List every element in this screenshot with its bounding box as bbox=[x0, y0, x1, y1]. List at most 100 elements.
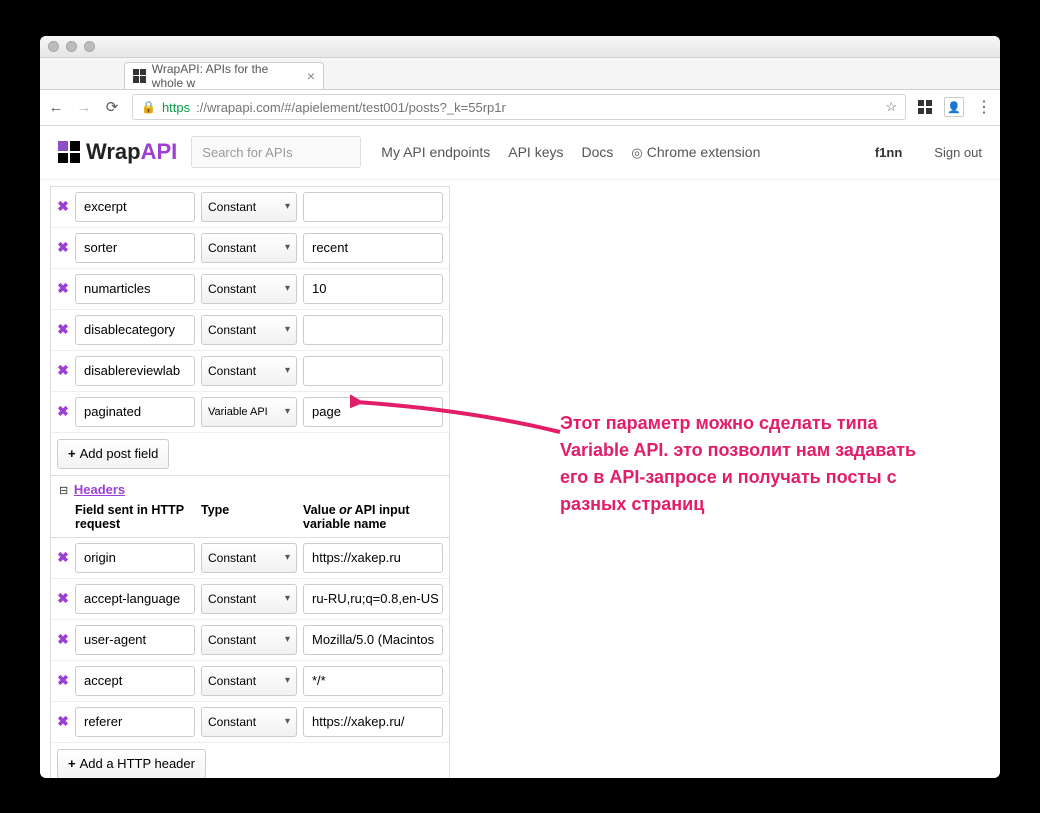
wrapapi-favicon bbox=[133, 69, 146, 83]
field-value-input[interactable]: ru-RU,ru;q=0.8,en-US bbox=[303, 584, 443, 614]
username[interactable]: f1nn bbox=[875, 145, 902, 160]
field-name-input[interactable]: disablecategory bbox=[75, 315, 195, 345]
remove-icon[interactable]: ✖ bbox=[57, 672, 69, 689]
field-name-input[interactable]: user-agent bbox=[75, 625, 195, 655]
traffic-lights bbox=[48, 41, 95, 52]
lock-icon: 🔒 bbox=[141, 100, 156, 114]
back-icon[interactable]: ← bbox=[48, 99, 64, 116]
field-row: ✖ user-agentConstantMozilla/5.0 (Macintos bbox=[51, 619, 449, 660]
add-post-field-button[interactable]: +Add post field bbox=[57, 439, 169, 469]
url-https: https bbox=[162, 100, 190, 115]
field-type-select[interactable]: Variable API bbox=[201, 397, 297, 427]
remove-icon[interactable]: ✖ bbox=[57, 549, 69, 566]
field-type-select[interactable]: Constant bbox=[201, 666, 297, 696]
field-name-input[interactable]: origin bbox=[75, 543, 195, 573]
app-header: WrapAPI Search for APIs My API endpoints… bbox=[40, 126, 1000, 180]
nav-endpoints[interactable]: My API endpoints bbox=[381, 144, 490, 160]
field-name-input[interactable]: accept-language bbox=[75, 584, 195, 614]
browser-tabbar: WrapAPI: APIs for the whole w × bbox=[40, 58, 1000, 90]
add-header-button[interactable]: +Add a HTTP header bbox=[57, 749, 206, 778]
field-value-input[interactable]: 10 bbox=[303, 274, 443, 304]
mac-titlebar bbox=[40, 36, 1000, 58]
nav-extension[interactable]: Chrome extension bbox=[631, 144, 760, 161]
post-fields-panel: ✖excerptConstant✖sorterConstantrecent✖nu… bbox=[50, 186, 450, 778]
nav-docs[interactable]: Docs bbox=[582, 144, 614, 160]
profile-icon[interactable]: 👤 bbox=[944, 97, 964, 117]
field-value-input[interactable]: Mozilla/5.0 (Macintos bbox=[303, 625, 443, 655]
bookmark-icon[interactable]: ☆ bbox=[885, 99, 897, 115]
field-row: ✖ paginatedVariable APIpage bbox=[51, 391, 449, 432]
field-value-input[interactable]: */* bbox=[303, 666, 443, 696]
close-icon[interactable]: × bbox=[307, 68, 315, 84]
headers-section-header: ⊟ Headers bbox=[51, 475, 449, 499]
col-field: Field sent in HTTP request bbox=[75, 503, 195, 531]
tab-title: WrapAPI: APIs for the whole w bbox=[152, 62, 301, 90]
field-value-input[interactable] bbox=[303, 315, 443, 345]
logo-icon bbox=[58, 141, 80, 163]
field-row: ✖ disablereviewlabConstant bbox=[51, 350, 449, 391]
remove-icon[interactable]: ✖ bbox=[57, 362, 69, 379]
content-area: ✖excerptConstant✖sorterConstantrecent✖nu… bbox=[40, 180, 1000, 778]
sign-out-link[interactable]: Sign out bbox=[934, 145, 982, 160]
field-type-select[interactable]: Constant bbox=[201, 707, 297, 737]
menu-icon[interactable]: ⋮ bbox=[976, 97, 992, 117]
field-type-select[interactable]: Constant bbox=[201, 543, 297, 573]
field-row: ✖ accept-languageConstantru-RU,ru;q=0.8,e… bbox=[51, 578, 449, 619]
browser-window: WrapAPI: APIs for the whole w × ← → ⟳ 🔒 … bbox=[40, 36, 1000, 778]
field-row: ✖ disablecategoryConstant bbox=[51, 309, 449, 350]
remove-icon[interactable]: ✖ bbox=[57, 321, 69, 338]
field-type-select[interactable]: Constant bbox=[201, 274, 297, 304]
field-name-input[interactable]: disablereviewlab bbox=[75, 356, 195, 386]
search-input[interactable]: Search for APIs bbox=[191, 136, 361, 168]
remove-icon[interactable]: ✖ bbox=[57, 631, 69, 648]
add-header-row: +Add a HTTP header bbox=[51, 742, 449, 778]
field-value-input[interactable] bbox=[303, 192, 443, 222]
field-name-input[interactable]: numarticles bbox=[75, 274, 195, 304]
app-nav: My API endpoints API keys Docs Chrome ex… bbox=[381, 144, 760, 161]
remove-icon[interactable]: ✖ bbox=[57, 239, 69, 256]
field-type-select[interactable]: Constant bbox=[201, 233, 297, 263]
close-dot[interactable] bbox=[48, 41, 59, 52]
headers-title[interactable]: Headers bbox=[74, 482, 125, 497]
annotation-text: Этот параметр можно сделать типа Variabl… bbox=[560, 410, 920, 518]
field-value-input[interactable]: https://xakep.ru/ bbox=[303, 707, 443, 737]
field-type-select[interactable]: Constant bbox=[201, 584, 297, 614]
field-type-select[interactable]: Constant bbox=[201, 356, 297, 386]
field-row: ✖ originConstanthttps://xakep.ru bbox=[51, 537, 449, 578]
field-name-input[interactable]: referer bbox=[75, 707, 195, 737]
collapse-icon[interactable]: ⊟ bbox=[59, 485, 68, 497]
remove-icon[interactable]: ✖ bbox=[57, 403, 69, 420]
field-value-input[interactable]: recent bbox=[303, 233, 443, 263]
field-name-input[interactable]: excerpt bbox=[75, 192, 195, 222]
min-dot[interactable] bbox=[66, 41, 77, 52]
field-value-input[interactable]: page bbox=[303, 397, 443, 427]
nav-keys[interactable]: API keys bbox=[508, 144, 563, 160]
field-name-input[interactable]: sorter bbox=[75, 233, 195, 263]
col-type: Type bbox=[201, 503, 297, 531]
remove-icon[interactable]: ✖ bbox=[57, 280, 69, 297]
remove-icon[interactable]: ✖ bbox=[57, 590, 69, 607]
forward-icon[interactable]: → bbox=[76, 99, 92, 116]
field-type-select[interactable]: Constant bbox=[201, 315, 297, 345]
browser-toolbar: ← → ⟳ 🔒 https://wrapapi.com/#/apielement… bbox=[40, 90, 1000, 126]
remove-icon[interactable]: ✖ bbox=[57, 713, 69, 730]
browser-tab[interactable]: WrapAPI: APIs for the whole w × bbox=[124, 62, 324, 89]
field-name-input[interactable]: paginated bbox=[75, 397, 195, 427]
headers-columns: Field sent in HTTP request Type Value or… bbox=[51, 499, 449, 537]
field-row: ✖ acceptConstant*/* bbox=[51, 660, 449, 701]
field-type-select[interactable]: Constant bbox=[201, 625, 297, 655]
field-row: ✖ numarticlesConstant10 bbox=[51, 268, 449, 309]
address-bar[interactable]: 🔒 https://wrapapi.com/#/apielement/test0… bbox=[132, 94, 906, 120]
field-type-select[interactable]: Constant bbox=[201, 192, 297, 222]
field-value-input[interactable]: https://xakep.ru bbox=[303, 543, 443, 573]
add-post-field-row: +Add post field bbox=[51, 432, 449, 475]
max-dot[interactable] bbox=[84, 41, 95, 52]
field-row: ✖ sorterConstantrecent bbox=[51, 227, 449, 268]
remove-icon[interactable]: ✖ bbox=[57, 198, 69, 215]
field-row: ✖ refererConstanthttps://xakep.ru/ bbox=[51, 701, 449, 742]
reload-icon[interactable]: ⟳ bbox=[104, 98, 120, 116]
field-value-input[interactable] bbox=[303, 356, 443, 386]
extension-icon[interactable] bbox=[918, 100, 932, 114]
field-name-input[interactable]: accept bbox=[75, 666, 195, 696]
wrapapi-logo[interactable]: WrapAPI bbox=[58, 139, 177, 165]
